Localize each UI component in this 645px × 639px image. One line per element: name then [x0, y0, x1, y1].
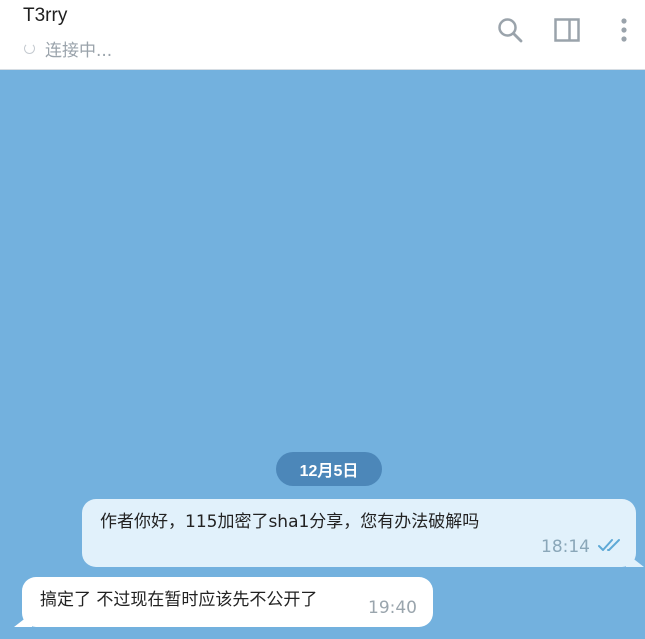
outgoing-message-bubble[interactable]: 作者你好，115加密了sha1分享，您有办法破解吗 18:14 — [82, 499, 636, 567]
outgoing-message-text: 作者你好，115加密了sha1分享，您有办法破解吗 — [100, 512, 480, 532]
read-checkmarks-icon — [598, 537, 626, 558]
search-button[interactable] — [494, 14, 526, 46]
more-options-button[interactable] — [608, 14, 640, 46]
sidebar-toggle-button[interactable] — [551, 14, 583, 46]
connection-status: 连接中... — [24, 36, 112, 61]
date-separator: 12月5日 — [276, 452, 382, 486]
sidebar-toggle-icon — [553, 16, 581, 44]
more-vertical-icon — [618, 16, 630, 44]
incoming-message-text: 搞定了 不过现在暂时应该先不公开了 — [40, 590, 318, 610]
search-icon — [496, 16, 524, 44]
connection-status-text: 连接中... — [45, 41, 113, 61]
chat-header: T3rry 连接中... — [0, 0, 645, 70]
telegram-chat-window: T3rry 连接中... 12月5日 作者你好，115加密了sha1分享，您有办… — [0, 0, 645, 639]
outgoing-message-time: 18:14 — [541, 537, 590, 558]
loading-spinner-icon — [24, 43, 35, 54]
incoming-message-time: 19:40 — [368, 597, 417, 618]
outgoing-message-meta: 18:14 — [541, 537, 626, 558]
incoming-message-bubble[interactable]: 搞定了 不过现在暂时应该先不公开了 19:40 — [22, 577, 433, 627]
chat-title[interactable]: T3rry — [23, 5, 67, 27]
